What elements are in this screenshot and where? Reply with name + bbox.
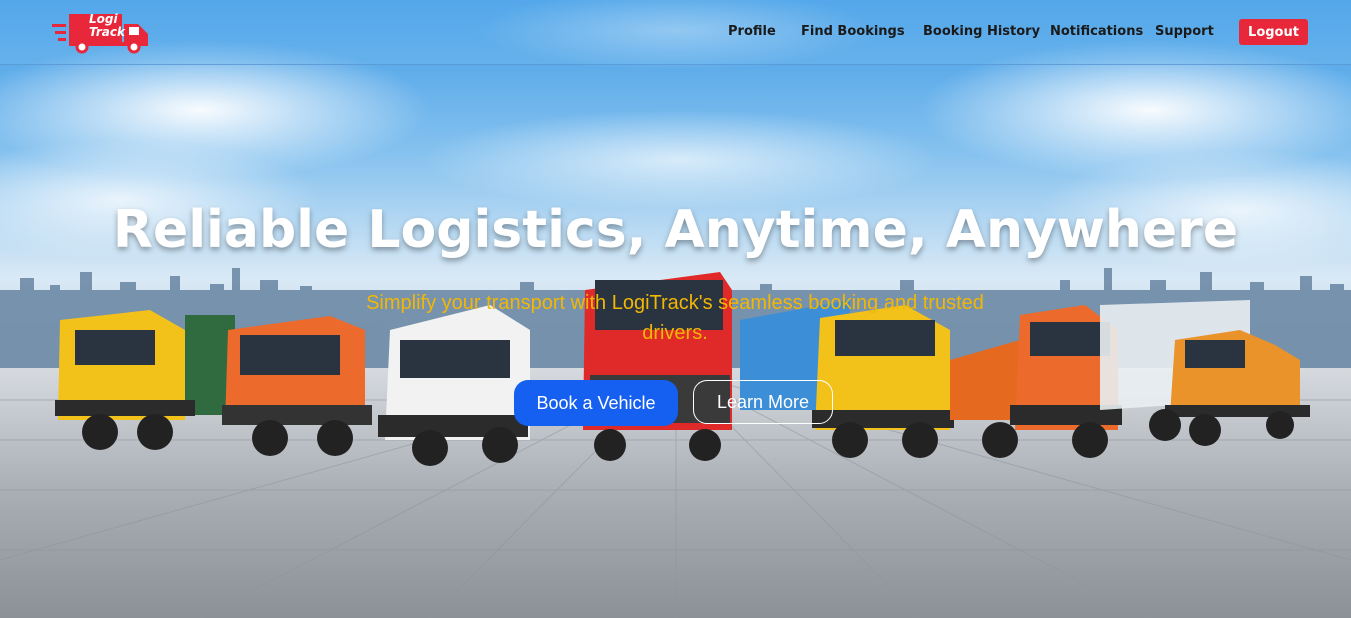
logo-text: Logi Track: [89, 13, 141, 39]
learn-more-button[interactable]: Learn More: [693, 380, 833, 424]
nav-profile[interactable]: Profile: [728, 24, 776, 39]
nav-notifications[interactable]: Notifications: [1050, 24, 1143, 39]
logo[interactable]: Logi Track: [52, 12, 152, 54]
hero-section: Logi Track Profile Find Bookings Booking…: [0, 0, 1351, 618]
book-vehicle-button[interactable]: Book a Vehicle: [514, 380, 678, 426]
logo-line-2: Track: [89, 25, 125, 39]
logout-button[interactable]: Logout: [1239, 19, 1308, 45]
navbar: Logi Track Profile Find Bookings Booking…: [0, 0, 1351, 65]
nav-booking-history[interactable]: Booking History: [923, 24, 1040, 39]
nav-support[interactable]: Support: [1155, 24, 1214, 39]
hero-title: Reliable Logistics, Anytime, Anywhere: [112, 200, 1239, 260]
hero-subtitle: Simplify your transport with LogiTrack's…: [366, 292, 984, 344]
nav-find-bookings[interactable]: Find Bookings: [801, 24, 905, 39]
